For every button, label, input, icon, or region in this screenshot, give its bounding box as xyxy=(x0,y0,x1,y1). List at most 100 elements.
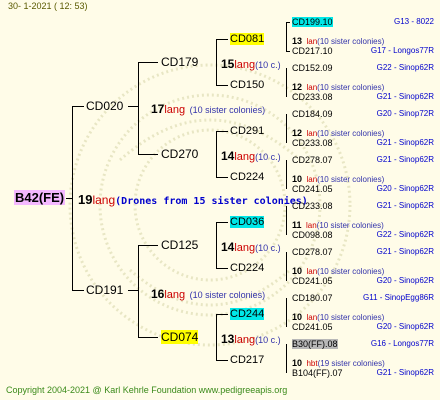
gen1-count: 16 xyxy=(151,287,165,301)
gen4-name[interactable]: CD233.08 xyxy=(292,201,333,211)
gen4-origin: G21 - Sinop62R xyxy=(376,247,434,256)
connector xyxy=(216,85,228,86)
gen2-lang: lang xyxy=(234,242,256,254)
root-note: (Drones from 15 sister colonies) xyxy=(115,196,308,207)
gen1-name[interactable]: CD191 xyxy=(86,283,123,297)
gen4-name[interactable]: CD184.09 xyxy=(292,109,333,119)
gen2-note: (10 c.) xyxy=(255,335,281,345)
gen2-note: (10 c.) xyxy=(255,243,281,253)
gen3-note: (10 sister colonies) xyxy=(317,83,385,92)
gen4-name[interactable]: CD199.10 xyxy=(292,17,333,27)
gen3-name[interactable]: CD244 xyxy=(230,308,265,320)
gen4-name[interactable]: CD098.08 xyxy=(292,230,333,240)
connector xyxy=(138,62,158,63)
gen1-count: 17 xyxy=(151,102,165,116)
gen2-name[interactable]: CD270 xyxy=(161,147,198,161)
gen4-name[interactable]: CD241.05 xyxy=(292,184,333,194)
gen4-origin: G20 - Sinop72R xyxy=(376,109,434,118)
gen3-note: (10 sister colonies) xyxy=(317,37,385,46)
root-drone-info: 19lang(Drones from 15 sister colonies) xyxy=(78,191,308,209)
gen3-count: 10 xyxy=(292,174,303,184)
gen2-count: 14 xyxy=(221,240,235,254)
root-lang: lang xyxy=(92,193,116,207)
connector xyxy=(216,222,217,268)
connector xyxy=(286,22,290,23)
gen3-lang: lan xyxy=(306,37,318,46)
gen3-name[interactable]: CD224 xyxy=(230,262,264,274)
gen3-name[interactable]: CD217 xyxy=(230,354,264,366)
connector xyxy=(216,177,228,178)
gen1-lang: lang xyxy=(164,104,186,116)
gen3-name[interactable]: CD036 xyxy=(230,216,265,228)
gen3-note: (10 sister colonies) xyxy=(316,221,384,230)
gen2-colony-info: 14lang(10 c.) xyxy=(221,238,281,256)
root-queen-name[interactable]: B42(FE) xyxy=(14,190,66,205)
gen3-name[interactable]: CD224 xyxy=(230,171,264,183)
pedigree-page: { "header": "30- 1-2021 ( 12: 53)", "foo… xyxy=(0,0,440,400)
gen1-lang: lang xyxy=(164,289,186,301)
gen2-lang: lang xyxy=(234,334,256,346)
gen4-name[interactable]: CD278.07 xyxy=(292,155,333,165)
gen1-colony-info: 16lang (10 sister colonies) xyxy=(151,285,265,303)
connector xyxy=(216,131,228,132)
gen4-name[interactable]: B104(FF).07 xyxy=(292,368,343,378)
gen3-name[interactable]: CD291 xyxy=(230,125,264,137)
gen2-colony-info: 14lang(10 c.) xyxy=(221,147,281,165)
gen1-name[interactable]: CD020 xyxy=(86,99,123,113)
gen3-note: (10 sister colonies) xyxy=(317,175,385,184)
gen4-name[interactable]: CD233.08 xyxy=(292,92,333,102)
connector xyxy=(286,298,287,327)
connector xyxy=(286,252,287,281)
gen3-lang: lan xyxy=(306,83,318,92)
gen4-origin: G21 - Sinop62R xyxy=(376,138,434,147)
connector xyxy=(128,290,138,291)
gen4-name[interactable]: CD152.09 xyxy=(292,63,333,73)
gen3-lang: lan xyxy=(306,129,318,138)
connector xyxy=(72,290,84,291)
gen4-name[interactable]: CD241.05 xyxy=(292,322,333,332)
gen2-name[interactable]: CD074 xyxy=(161,330,199,344)
gen4-origin: G22 - Sinop62R xyxy=(376,63,434,72)
gen3-name[interactable]: CD150 xyxy=(230,79,264,91)
gen3-name[interactable]: CD081 xyxy=(230,33,265,45)
gen4-name[interactable]: CD278.07 xyxy=(292,247,333,257)
gen3-count: 10 xyxy=(292,266,303,276)
gen4-name[interactable]: B30(FF).08 xyxy=(292,339,338,349)
gen2-name[interactable]: CD125 xyxy=(161,238,198,252)
connector xyxy=(216,222,228,223)
gen3-count: 12 xyxy=(292,128,303,138)
gen4-name[interactable]: CD241.05 xyxy=(292,276,333,286)
gen3-lang: hbt xyxy=(306,359,318,368)
copyright-footer: Copyright 2004-2021 @ Karl Kehrle Founda… xyxy=(6,385,288,395)
gen4-origin: G20 - Sinop62R xyxy=(376,322,434,331)
gen4-origin: G20 - Sinop62R xyxy=(376,276,434,285)
gen4-name[interactable]: CD233.08 xyxy=(292,138,333,148)
connector xyxy=(286,114,287,143)
root-count: 19 xyxy=(78,192,93,207)
gen4-origin: G17 - Longos77R xyxy=(370,46,434,55)
connector xyxy=(72,106,73,290)
gen2-lang: lang xyxy=(234,151,256,163)
gen4-origin: G13 - 8022 xyxy=(393,17,434,26)
gen3-note: (10 sister colonies) xyxy=(317,313,385,322)
gen2-colony-info: 13lang(10 c.) xyxy=(221,330,281,348)
gen3-lang: lan xyxy=(305,221,317,230)
connector xyxy=(216,314,217,360)
gen2-colony-info: 15lang(10 c.) xyxy=(221,55,281,73)
gen3-count: 12 xyxy=(292,82,303,92)
gen2-note: (10 c.) xyxy=(255,60,281,70)
gen2-name[interactable]: CD179 xyxy=(161,55,198,69)
timestamp: 30- 1-2021 ( 12: 53) xyxy=(8,1,88,11)
gen4-origin: G21 - Sinop62R xyxy=(376,155,434,164)
gen3-count: 11 xyxy=(292,220,302,230)
connector xyxy=(216,131,217,177)
connector xyxy=(72,106,84,107)
connector xyxy=(138,245,158,246)
gen4-origin: G16 - Longos77R xyxy=(370,339,434,348)
gen4-name[interactable]: CD180.07 xyxy=(292,293,333,303)
gen4-name[interactable]: CD217.10 xyxy=(292,46,333,56)
gen4-origin: G22 - Sinop62R xyxy=(376,230,434,239)
gen4-origin: G20 - Sinop62R xyxy=(376,184,434,193)
connector xyxy=(138,245,139,337)
connector xyxy=(286,206,287,235)
